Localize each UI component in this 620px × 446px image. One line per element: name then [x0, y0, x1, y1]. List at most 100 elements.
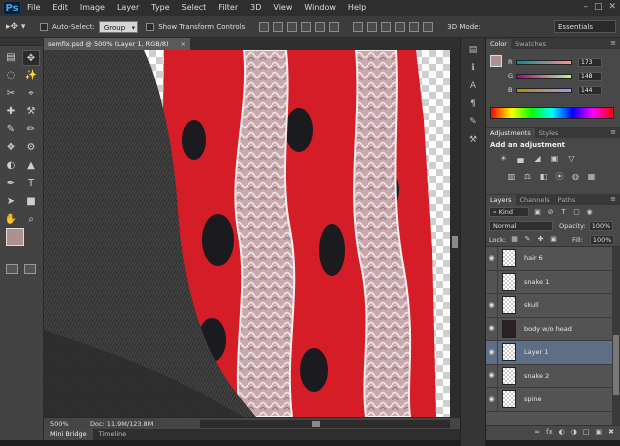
filter-pixel-icon[interactable]: ▣ — [533, 208, 542, 217]
blend-mode-dropdown[interactable]: Normal — [489, 221, 553, 231]
filter-shape-icon[interactable]: ▢ — [572, 208, 581, 217]
lock-transparent-icon[interactable]: ▦ — [510, 235, 519, 244]
align-top-icon[interactable] — [259, 21, 270, 32]
exposure-icon[interactable]: ▣ — [549, 154, 560, 164]
layer-row[interactable]: ◉ skull — [486, 293, 620, 318]
panel-menu-icon[interactable]: ≡ — [610, 127, 616, 137]
distribute-top-icon[interactable] — [353, 21, 364, 32]
slider-track[interactable] — [516, 87, 572, 93]
align-left-icon[interactable] — [301, 21, 312, 32]
visibility-eye-icon[interactable]: ◉ — [486, 317, 498, 341]
horizontal-scroll-thumb[interactable] — [312, 421, 320, 427]
lock-position-icon[interactable]: ✚ — [536, 235, 545, 244]
quick-mask-icon[interactable] — [6, 264, 18, 274]
blur-tool-icon[interactable]: ◐ — [2, 158, 20, 174]
auto-select-dropdown[interactable]: Group — [98, 20, 139, 34]
minimize-icon[interactable]: – — [583, 2, 588, 12]
align-right-icon[interactable] — [329, 21, 340, 32]
align-hcenter-icon[interactable] — [315, 21, 326, 32]
menu-file[interactable]: File — [21, 0, 46, 16]
canvas-horizontal-scrollbar[interactable] — [200, 420, 450, 428]
pen-tool-icon[interactable]: ✒ — [2, 176, 20, 192]
rect-marquee-tool-icon[interactable]: ▤ — [2, 50, 20, 66]
path-selection-tool-icon[interactable]: ➤ — [2, 194, 20, 210]
vertical-scroll-thumb[interactable] — [452, 236, 458, 248]
layer-row[interactable]: ◉ snake 1 — [486, 270, 620, 294]
lasso-tool-icon[interactable]: ◌ — [2, 68, 20, 84]
align-bottom-icon[interactable] — [287, 21, 298, 32]
zoom-level[interactable]: 500% — [44, 420, 70, 428]
link-layers-icon[interactable]: ∞ — [534, 428, 540, 436]
move-tool-icon[interactable]: ✥ — [22, 50, 40, 66]
align-vcenter-icon[interactable] — [273, 21, 284, 32]
visibility-eye-icon[interactable]: ◉ — [486, 270, 498, 294]
history-panel-icon[interactable]: ▤ — [466, 44, 480, 56]
visibility-eye-icon[interactable]: ◉ — [486, 364, 498, 388]
menu-help[interactable]: Help — [342, 0, 372, 16]
filter-type-icon[interactable]: T — [559, 208, 568, 217]
vibrance-icon[interactable]: ▽ — [566, 154, 577, 164]
properties-panel-icon[interactable]: ℹ — [466, 62, 480, 74]
slider-track[interactable] — [516, 73, 572, 79]
character-panel-icon[interactable]: A — [466, 80, 480, 92]
slider-value-field[interactable]: 173 — [578, 57, 602, 67]
layer-row-selected[interactable]: ◉ Layer 1 — [486, 340, 620, 365]
distribute-hcenter-icon[interactable] — [409, 21, 420, 32]
menu-select[interactable]: Select — [176, 0, 213, 16]
canvas-vertical-scrollbar[interactable] — [450, 50, 460, 417]
close-tab-icon[interactable]: × — [181, 38, 186, 50]
new-layer-icon[interactable]: ▣ — [596, 428, 603, 436]
layer-row[interactable]: ◉ snake 2 — [486, 364, 620, 388]
layer-style-icon[interactable]: fx — [546, 428, 553, 436]
brush-tool-icon[interactable]: ⚒ — [22, 104, 40, 120]
tool-preset-picker[interactable]: ▸✥ ▾ — [6, 19, 32, 35]
new-adjustment-layer-icon[interactable]: ◑ — [571, 428, 577, 436]
magic-wand-tool-icon[interactable]: ✨ — [22, 68, 40, 84]
gradient-tool-icon[interactable]: ⚙ — [22, 140, 40, 156]
layer-row[interactable]: ◉ hair 6 — [486, 247, 620, 271]
tab-timeline[interactable]: Timeline — [93, 429, 133, 440]
brush-panel-icon[interactable]: ✎ — [466, 116, 480, 128]
tab-color[interactable]: Color — [486, 39, 511, 49]
fill-field[interactable]: 100% — [589, 234, 614, 245]
tab-swatches[interactable]: Swatches — [511, 39, 550, 49]
lock-image-icon[interactable]: ✎ — [523, 235, 532, 244]
slider-value-field[interactable]: 144 — [578, 85, 602, 95]
clone-stamp-tool-icon[interactable]: ✎ — [2, 122, 20, 138]
layer-row[interactable]: ◉ spine — [486, 387, 620, 412]
toolbox-grip[interactable] — [0, 38, 43, 46]
color-spectrum-bar[interactable] — [490, 107, 614, 119]
healing-brush-tool-icon[interactable]: ✚ — [2, 104, 20, 120]
document-tab[interactable]: semfix.psd @ 500% (Layer 1, RGB/8) × — [44, 38, 190, 50]
menu-view[interactable]: View — [267, 0, 298, 16]
tab-paths[interactable]: Paths — [554, 195, 580, 205]
visibility-eye-icon[interactable]: ◉ — [486, 340, 498, 364]
menu-filter[interactable]: Filter — [212, 0, 244, 16]
tab-adjustments[interactable]: Adjustments — [486, 128, 535, 138]
opacity-field[interactable]: 100% — [588, 221, 613, 231]
type-tool-icon[interactable]: T — [22, 176, 40, 192]
distribute-bottom-icon[interactable] — [381, 21, 392, 32]
tab-styles[interactable]: Styles — [535, 128, 563, 138]
clone-source-panel-icon[interactable]: ⚒ — [466, 134, 480, 146]
color-panel-foreground-swatch[interactable] — [490, 55, 502, 67]
distribute-left-icon[interactable] — [395, 21, 406, 32]
menu-image[interactable]: Image — [74, 0, 111, 16]
layer-kind-filter[interactable]: ⌕ Kind — [489, 207, 529, 217]
foreground-color-swatch[interactable] — [6, 228, 24, 246]
color-balance-icon[interactable]: ⚖ — [522, 172, 533, 182]
lock-all-icon[interactable]: ▣ — [549, 235, 558, 244]
menu-type[interactable]: Type — [145, 0, 175, 16]
show-transform-checkbox[interactable] — [146, 22, 155, 31]
tab-channels[interactable]: Channels — [516, 195, 554, 205]
workspace-selector[interactable]: Essentials — [554, 20, 616, 33]
panel-menu-icon[interactable]: ≡ — [610, 38, 616, 48]
layers-scroll-thumb[interactable] — [613, 335, 619, 395]
panel-menu-icon[interactable]: ≡ — [610, 194, 616, 204]
hand-tool-icon[interactable]: ✋ — [2, 212, 20, 228]
zoom-tool-icon[interactable]: ⌕ — [22, 212, 40, 228]
add-mask-icon[interactable]: ◐ — [559, 428, 565, 436]
menu-edit[interactable]: Edit — [46, 0, 74, 16]
brightness-icon[interactable]: ☀ — [498, 154, 509, 164]
levels-icon[interactable]: ▄ — [515, 154, 526, 164]
